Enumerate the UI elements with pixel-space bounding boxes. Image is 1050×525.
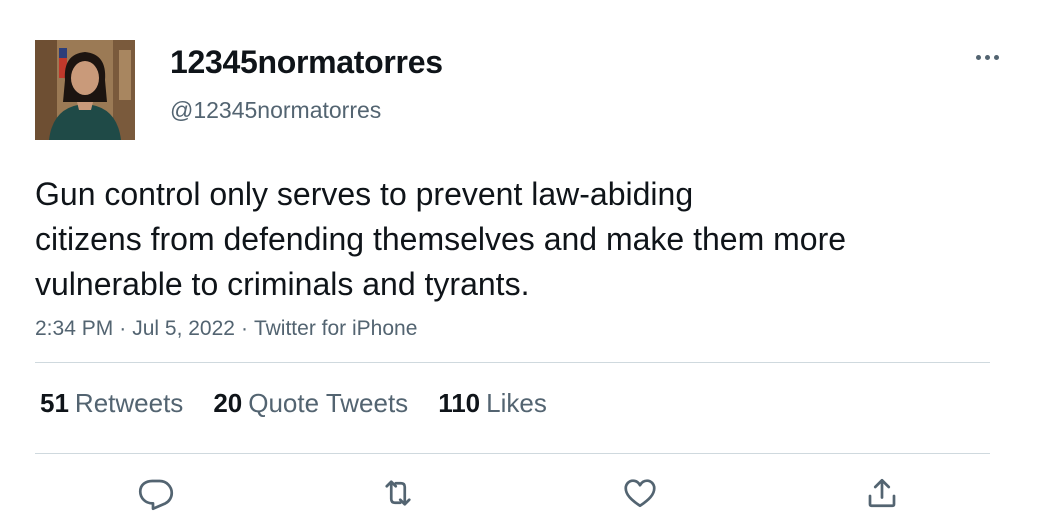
meta-separator: · (119, 317, 127, 340)
tweet-source[interactable]: Twitter for iPhone (254, 317, 417, 340)
like-button[interactable] (617, 470, 663, 516)
likes-label: Likes (486, 388, 547, 418)
reply-button[interactable] (133, 470, 179, 516)
action-bar (35, 470, 990, 520)
tweet-text-line: vulnerable to criminals and tyrants. (35, 266, 530, 302)
heart-icon (624, 479, 656, 508)
retweets-count: 51 (40, 388, 69, 418)
engagement-stats: 51 Retweets 20 Quote Tweets 110 Likes (40, 388, 547, 419)
display-name[interactable]: 12345normatorres (170, 44, 443, 81)
more-dot (993, 54, 999, 60)
reply-icon (138, 479, 174, 511)
more-options-icon[interactable] (968, 44, 1006, 70)
share-icon (868, 478, 896, 508)
avatar-photo (35, 40, 135, 140)
tweet-text-line: Gun control only serves to prevent law-a… (35, 176, 694, 212)
tweet-text-line: citizens from defending themselves and m… (35, 221, 847, 257)
more-dot (975, 54, 981, 60)
more-dot (984, 54, 990, 60)
likes-count: 110 (438, 388, 481, 418)
tweet-time[interactable]: 2:34 PM (35, 317, 113, 340)
divider (35, 453, 990, 454)
retweet-button[interactable] (375, 470, 421, 516)
tweet-text: Gun control only serves to prevent law-a… (35, 172, 995, 307)
user-handle[interactable]: @12345normatorres (170, 97, 381, 124)
tweet-meta: 2:34 PM · Jul 5, 2022 · Twitter for iPhone (35, 317, 417, 341)
likes-stat[interactable]: 110 Likes (438, 388, 547, 419)
share-button[interactable] (859, 470, 905, 516)
avatar[interactable] (35, 40, 135, 140)
tweet-card: 12345normatorres @12345normatorres Gun c… (0, 0, 1050, 525)
divider (35, 362, 990, 363)
quote-tweets-count: 20 (213, 388, 243, 418)
retweets-stat[interactable]: 51 Retweets (40, 388, 183, 419)
quote-tweets-label: Quote Tweets (248, 388, 409, 418)
retweets-label: Retweets (74, 388, 184, 418)
retweet-icon (385, 480, 411, 506)
meta-separator: · (240, 317, 248, 340)
tweet-date[interactable]: Jul 5, 2022 (132, 317, 235, 340)
quote-tweets-stat[interactable]: 20 Quote Tweets (213, 388, 408, 419)
